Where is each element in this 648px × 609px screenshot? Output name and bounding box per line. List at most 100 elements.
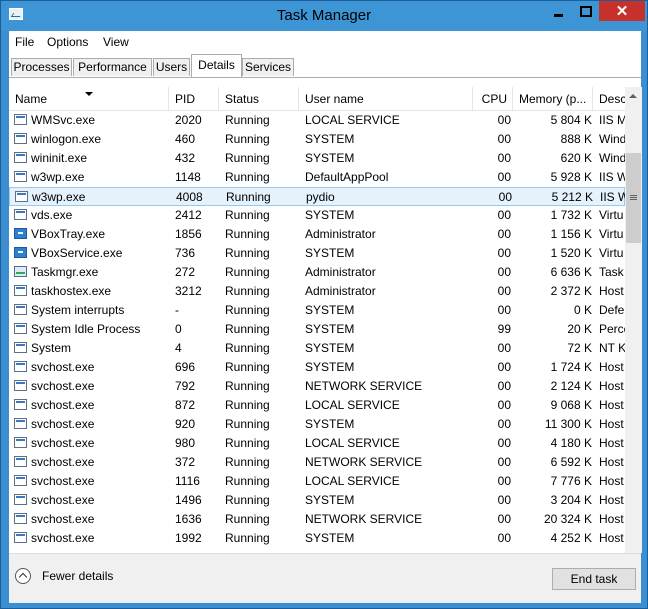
description-cell: Virtu xyxy=(599,246,624,260)
table-row[interactable]: System 4 Running SYSTEM 00 72 K NT K xyxy=(9,339,625,358)
process-name: System xyxy=(31,341,72,355)
cpu-cell: 00 xyxy=(497,398,511,412)
memory-cell: 0 K xyxy=(573,303,592,317)
user-cell: Administrator xyxy=(305,265,376,279)
table-row[interactable]: VBoxTray.exe 1856 Running Administrator 00 1 … xyxy=(9,225,625,244)
process-name: svchost.exe xyxy=(31,379,95,393)
column-header-cpu[interactable]: CPU xyxy=(473,87,513,110)
memory-cell: 888 K xyxy=(560,132,592,146)
status-cell: Running xyxy=(225,341,270,355)
table-row[interactable]: VBoxService.exe 736 Running SYSTEM 00 1 520 K… xyxy=(9,244,625,263)
minimize-icon xyxy=(554,13,563,17)
table-row[interactable]: wininit.exe 432 Running SYSTEM 00 620 K Wind xyxy=(9,149,625,168)
vertical-scrollbar[interactable] xyxy=(625,87,642,553)
table-row[interactable]: svchost.exe 1496 Running SYSTEM 00 3 204 K Hos… xyxy=(9,491,625,510)
description-cell: Task xyxy=(599,265,624,279)
tab-details[interactable]: Details xyxy=(191,54,242,77)
client-area: File Options View Processes Performance … xyxy=(9,31,642,603)
status-cell: Running xyxy=(225,379,270,393)
table-row[interactable]: svchost.exe 1992 Running SYSTEM 00 4 252 K Hos… xyxy=(9,529,625,548)
memory-cell: 4 180 K xyxy=(550,436,592,450)
status-cell: Running xyxy=(225,398,270,412)
cpu-cell: 00 xyxy=(497,227,511,241)
status-cell: Running xyxy=(225,417,270,431)
description-cell: Host xyxy=(599,455,624,469)
description-cell: NT K xyxy=(599,341,625,355)
menu-file[interactable]: File xyxy=(15,35,34,49)
status-cell: Running xyxy=(225,246,270,260)
description-cell: Wind xyxy=(599,151,625,165)
pid-cell: 3212 xyxy=(175,284,202,298)
memory-cell: 2 124 K xyxy=(550,379,592,393)
cpu-cell: 00 xyxy=(497,493,511,507)
table-row[interactable]: svchost.exe 372 Running NETWORK SERVICE 00 6 … xyxy=(9,453,625,472)
column-header-status[interactable]: Status xyxy=(219,87,299,110)
memory-cell: 72 K xyxy=(567,341,592,355)
process-icon xyxy=(14,209,27,220)
table-row[interactable]: System interrupts - Running SYSTEM 00 0 K Defe xyxy=(9,301,625,320)
close-button[interactable]: ✕ xyxy=(599,1,645,21)
cpu-cell: 00 xyxy=(497,151,511,165)
status-cell: Running xyxy=(225,284,270,298)
cpu-cell: 00 xyxy=(497,512,511,526)
process-name: svchost.exe xyxy=(31,436,95,450)
status-cell: Running xyxy=(225,322,270,336)
description-cell: Virtu xyxy=(599,208,624,222)
process-icon xyxy=(14,437,27,448)
table-row[interactable]: svchost.exe 920 Running SYSTEM 00 11 300 K Hos… xyxy=(9,415,625,434)
column-header-description[interactable]: Desc xyxy=(593,87,625,110)
maximize-button[interactable] xyxy=(572,1,599,21)
description-cell: Defe xyxy=(599,303,625,317)
table-row[interactable]: svchost.exe 980 Running LOCAL SERVICE 00 4 18… xyxy=(9,434,625,453)
user-cell: SYSTEM xyxy=(305,341,355,355)
task-manager-icon xyxy=(14,266,27,277)
pid-cell: 696 xyxy=(175,360,196,374)
table-row[interactable]: System Idle Process 0 Running SYSTEM 99 20 K P… xyxy=(9,320,625,339)
memory-cell: 1 732 K xyxy=(550,208,592,222)
table-row-selected[interactable]: w3wp.exe 4008 Running pydio 00 5 212 K IIS W xyxy=(9,187,625,206)
pid-cell: 0 xyxy=(175,322,182,336)
table-row[interactable]: vds.exe 2412 Running SYSTEM 00 1 732 K Virtu xyxy=(9,206,625,225)
column-header-pid[interactable]: PID xyxy=(169,87,219,110)
table-row[interactable]: winlogon.exe 460 Running SYSTEM 00 888 K Wind xyxy=(9,130,625,149)
fewer-details-label[interactable]: Fewer details xyxy=(42,569,113,583)
table-row[interactable]: svchost.exe 872 Running LOCAL SERVICE 00 9 06… xyxy=(9,396,625,415)
pid-cell: 1496 xyxy=(175,493,202,507)
scroll-up-icon[interactable] xyxy=(629,94,637,98)
table-row[interactable]: svchost.exe 1636 Running NETWORK SERVICE 00 2… xyxy=(9,510,625,529)
process-icon xyxy=(14,399,27,410)
user-cell: pydio xyxy=(306,190,335,204)
description-cell: Host xyxy=(599,493,624,507)
process-name: VBoxTray.exe xyxy=(31,227,106,241)
chevron-up-circle-icon[interactable] xyxy=(15,568,31,584)
pid-cell: 920 xyxy=(175,417,196,431)
user-cell: SYSTEM xyxy=(305,303,355,317)
table-row[interactable]: svchost.exe 792 Running NETWORK SERVICE 00 2 … xyxy=(9,377,625,396)
status-cell: Running xyxy=(225,531,270,545)
end-task-button[interactable]: End task xyxy=(552,568,636,590)
table-row[interactable]: svchost.exe 1116 Running LOCAL SERVICE 00 7 7… xyxy=(9,472,625,491)
column-header-memory[interactable]: Memory (p... xyxy=(513,87,593,110)
column-header-name[interactable]: Name xyxy=(9,87,169,110)
table-row[interactable]: w3wp.exe 1148 Running DefaultAppPool 00 5 928… xyxy=(9,168,625,187)
description-cell: Virtu xyxy=(599,227,624,241)
tab-processes[interactable]: Processes xyxy=(11,58,72,76)
pid-cell: 1148 xyxy=(175,170,201,184)
tab-performance[interactable]: Performance xyxy=(73,58,152,76)
table-row[interactable]: WMSvc.exe 2020 Running LOCAL SERVICE 00 5 804… xyxy=(9,111,625,130)
menu-options[interactable]: Options xyxy=(47,35,88,49)
pid-cell: 980 xyxy=(175,436,196,450)
tab-services[interactable]: Services xyxy=(242,58,294,76)
user-cell: LOCAL SERVICE xyxy=(305,436,400,450)
menu-view[interactable]: View xyxy=(103,35,129,49)
title-bar[interactable]: Task Manager ✕ xyxy=(1,1,647,31)
minimize-button[interactable] xyxy=(545,1,572,21)
tab-users[interactable]: Users xyxy=(153,58,190,76)
table-header: Name PID Status User name CPU Memory (p.… xyxy=(9,87,625,111)
table-row[interactable]: Taskmgr.exe 272 Running Administrator 00 6 63… xyxy=(9,263,625,282)
vertical-scroll-thumb[interactable] xyxy=(626,153,641,243)
process-icon xyxy=(14,152,27,163)
table-row[interactable]: taskhostex.exe 3212 Running Administrator 00… xyxy=(9,282,625,301)
column-header-user-name[interactable]: User name xyxy=(299,87,473,110)
table-row[interactable]: svchost.exe 696 Running SYSTEM 00 1 724 K Host xyxy=(9,358,625,377)
